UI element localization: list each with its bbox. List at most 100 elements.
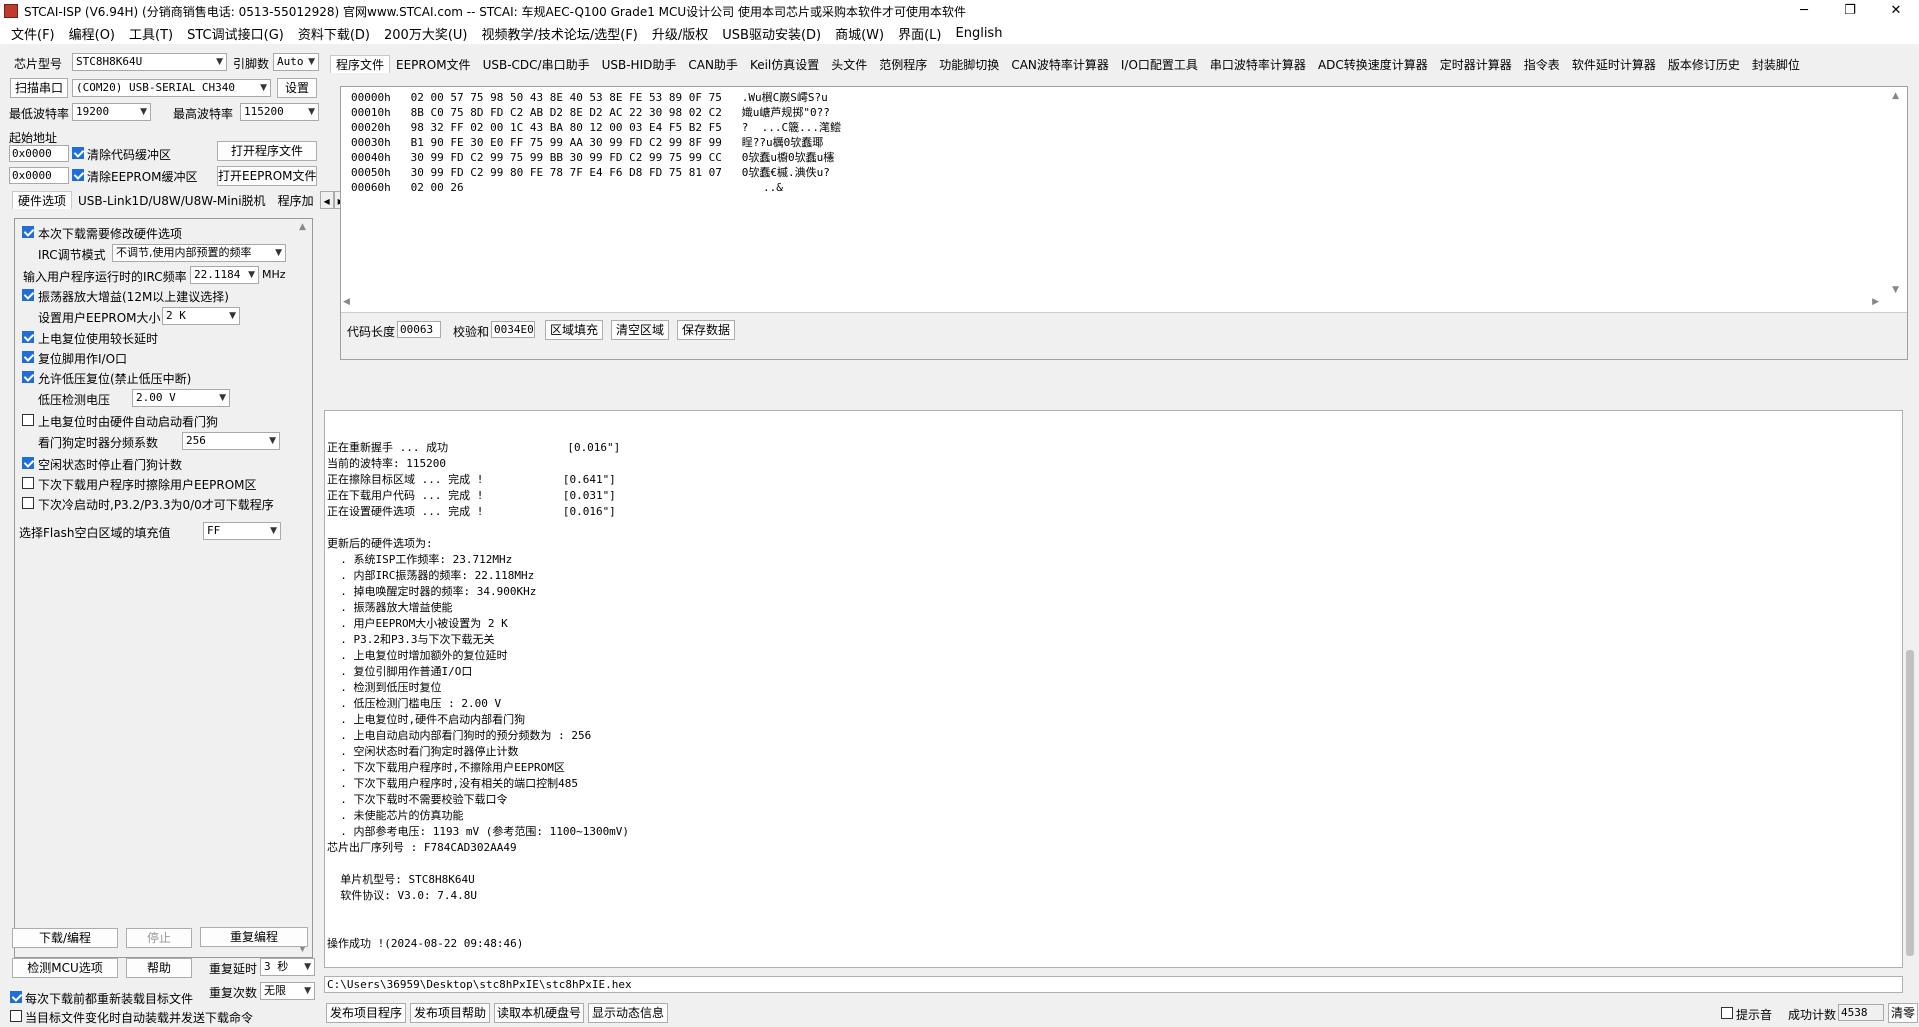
tab-can-helper[interactable]: CAN助手 bbox=[682, 55, 744, 73]
settings-button[interactable]: 设置 bbox=[277, 78, 317, 98]
publish-help-button[interactable]: 发布项目帮助 bbox=[410, 1003, 490, 1023]
menu-download[interactable]: 资料下载(D) bbox=[291, 24, 377, 43]
fill-area-button[interactable]: 区域填充 bbox=[545, 320, 603, 340]
hardware-options-scrollbar[interactable]: ▲ ▼ bbox=[296, 220, 311, 956]
p32-cold-checkbox[interactable] bbox=[22, 497, 34, 509]
chevron-down-icon: ▼ bbox=[304, 986, 311, 996]
code-address-input[interactable]: 0x0000 bbox=[9, 145, 69, 162]
log-line: . 低压检测门槛电压 : 2.00 V bbox=[327, 697, 502, 710]
erase-eeprom-checkbox[interactable] bbox=[22, 477, 34, 489]
tab-version-history[interactable]: 版本修订历史 bbox=[1662, 55, 1746, 73]
max-baud-select[interactable]: 115200 ▼ bbox=[240, 103, 319, 121]
menu-tools[interactable]: 工具(T) bbox=[122, 24, 180, 43]
log-line: . 系统ISP工作频率: 23.712MHz bbox=[327, 553, 513, 566]
repeat-count-select[interactable]: 无限 ▼ bbox=[260, 982, 315, 1000]
tab-program-more[interactable]: 程序加 bbox=[272, 191, 320, 209]
lvr-checkbox[interactable] bbox=[22, 371, 34, 383]
scroll-left-icon[interactable]: ◀ bbox=[343, 297, 350, 307]
maximize-icon[interactable]: ❐ bbox=[1827, 0, 1873, 22]
repeat-delay-value: 3 秒 bbox=[264, 960, 289, 973]
clear-code-checkbox[interactable] bbox=[72, 147, 84, 159]
minimize-icon[interactable]: ─ bbox=[1781, 0, 1827, 22]
open-program-file-button[interactable]: 打开程序文件 bbox=[217, 141, 317, 161]
flash-fill-select[interactable]: FF ▼ bbox=[203, 522, 281, 540]
pin-select[interactable]: Auto ▼ bbox=[273, 53, 319, 71]
port-value: (COM20) USB-SERIAL CH340 bbox=[76, 81, 235, 94]
wdt-div-select[interactable]: 256 ▼ bbox=[182, 432, 280, 450]
port-select[interactable]: (COM20) USB-SERIAL CH340 ▼ bbox=[72, 79, 271, 97]
menu-shop[interactable]: 商城(W) bbox=[828, 24, 891, 43]
chip-select[interactable]: STC8H8K64U ▼ bbox=[72, 53, 227, 71]
tab-usb-cdc[interactable]: USB-CDC/串口助手 bbox=[477, 55, 596, 73]
stop-button[interactable]: 停止 bbox=[126, 928, 192, 948]
erase-eeprom-label: 下次下载用户程序时擦除用户EEPROM区 bbox=[38, 478, 257, 492]
lvd-select[interactable]: 2.00 V ▼ bbox=[132, 389, 230, 407]
tab-uart-baud[interactable]: 串口波特率计算器 bbox=[1204, 55, 1312, 73]
tab-adc-speed[interactable]: ADC转换速度计算器 bbox=[1312, 55, 1434, 73]
menu-upgrade[interactable]: 升级/版权 bbox=[645, 24, 715, 43]
flash-fill-label: 选择Flash空白区域的填充值 bbox=[19, 526, 171, 540]
tab-can-baud[interactable]: CAN波特率计算器 bbox=[1005, 55, 1115, 73]
reload-file-checkbox[interactable] bbox=[10, 991, 22, 1003]
irc-mode-select[interactable]: 不调节,使用内部预置的频率 ▼ bbox=[112, 244, 286, 262]
menu-interface[interactable]: 界面(L) bbox=[891, 24, 948, 43]
auto-load-checkbox[interactable] bbox=[10, 1010, 22, 1022]
tab-hardware-options[interactable]: 硬件选项 bbox=[12, 191, 73, 209]
irc-freq-label: 输入用户程序运行时的IRC频率 bbox=[23, 270, 187, 284]
open-eeprom-file-button[interactable]: 打开EEPROM文件 bbox=[217, 166, 317, 186]
log-scrollbar[interactable] bbox=[1903, 410, 1917, 968]
clear-count-button[interactable]: 清零 bbox=[1888, 1003, 1918, 1023]
tab-eeprom-file[interactable]: EEPROM文件 bbox=[390, 55, 477, 73]
irc-freq-select[interactable]: 22.1184 ▼ bbox=[190, 266, 259, 284]
menu-english[interactable]: English bbox=[949, 26, 1010, 41]
tab-io-config[interactable]: I/O口配置工具 bbox=[1115, 55, 1204, 73]
clear-area-button[interactable]: 清空区域 bbox=[611, 320, 669, 340]
menu-file[interactable]: 文件(F) bbox=[4, 24, 62, 43]
scroll-up-icon[interactable]: ▲ bbox=[299, 222, 306, 232]
tab-usb-hid[interactable]: USB-HID助手 bbox=[596, 55, 683, 73]
wdt-auto-checkbox[interactable] bbox=[22, 414, 34, 426]
beep-checkbox[interactable] bbox=[1721, 1007, 1733, 1019]
hex-view[interactable]: 00000h 02 00 57 75 98 50 43 8E 40 53 8E … bbox=[341, 87, 1907, 313]
download-program-button[interactable]: 下载/编程 bbox=[12, 928, 118, 948]
tab-usb-link[interactable]: USB-Link1D/U8W/U8W-Mini脱机 bbox=[72, 191, 272, 209]
menu-video[interactable]: 视频教学/技术论坛/选型(F) bbox=[474, 24, 644, 43]
detect-mcu-button[interactable]: 检测MCU选项 bbox=[12, 958, 118, 978]
osc-gain-checkbox[interactable] bbox=[22, 289, 34, 301]
save-data-button[interactable]: 保存数据 bbox=[677, 320, 735, 340]
long-reset-checkbox[interactable] bbox=[22, 331, 34, 343]
menu-debug[interactable]: STC调试接口(G) bbox=[180, 24, 291, 43]
output-log[interactable]: 正在重新握手 ... 成功 [0.016"] 当前的波特率: 115200 正在… bbox=[324, 410, 1903, 968]
help-button[interactable]: 帮助 bbox=[126, 958, 192, 978]
tab-package-pins[interactable]: 封装脚位 bbox=[1746, 55, 1806, 73]
tab-instruction-table[interactable]: 指令表 bbox=[1518, 55, 1566, 73]
repeat-program-button[interactable]: 重复编程 bbox=[200, 927, 308, 947]
publish-program-button[interactable]: 发布项目程序 bbox=[326, 1003, 406, 1023]
reset-io-checkbox[interactable] bbox=[22, 351, 34, 363]
eeprom-address-input[interactable]: 0x0000 bbox=[9, 167, 69, 184]
tab-examples[interactable]: 范例程序 bbox=[873, 55, 933, 73]
menu-usb-driver[interactable]: USB驱动安装(D) bbox=[715, 24, 828, 43]
scroll-right-icon[interactable]: ▶ bbox=[1872, 297, 1879, 307]
menu-prize[interactable]: 200万大奖(U) bbox=[377, 24, 474, 43]
scroll-down-icon[interactable]: ▼ bbox=[1892, 285, 1899, 295]
modify-options-checkbox[interactable] bbox=[22, 226, 34, 238]
scroll-up-icon[interactable]: ▲ bbox=[1892, 91, 1899, 101]
idle-wdt-checkbox[interactable] bbox=[22, 457, 34, 469]
tab-program-file[interactable]: 程序文件 bbox=[330, 55, 391, 73]
min-baud-select[interactable]: 19200 ▼ bbox=[72, 103, 151, 121]
repeat-delay-select[interactable]: 3 秒 ▼ bbox=[260, 958, 315, 976]
scan-port-button[interactable]: 扫描串口 bbox=[10, 78, 68, 98]
tab-header-file[interactable]: 头文件 bbox=[825, 55, 873, 73]
tab-timer-calc[interactable]: 定时器计算器 bbox=[1434, 55, 1518, 73]
show-dynamic-info-button[interactable]: 显示动态信息 bbox=[588, 1003, 668, 1023]
menu-program[interactable]: 编程(O) bbox=[62, 24, 122, 43]
tab-delay-calc[interactable]: 软件延时计算器 bbox=[1566, 55, 1662, 73]
read-disk-id-button[interactable]: 读取本机硬盘号 bbox=[494, 1003, 584, 1023]
tab-pin-switch[interactable]: 功能脚切换 bbox=[933, 55, 1005, 73]
tab-keil-sim[interactable]: Keil仿真设置 bbox=[744, 55, 825, 73]
close-icon[interactable]: ✕ bbox=[1873, 0, 1919, 22]
eeprom-size-select[interactable]: 2 K ▼ bbox=[162, 307, 240, 325]
log-scroll-thumb[interactable] bbox=[1906, 650, 1914, 956]
clear-eeprom-checkbox[interactable] bbox=[72, 169, 84, 181]
